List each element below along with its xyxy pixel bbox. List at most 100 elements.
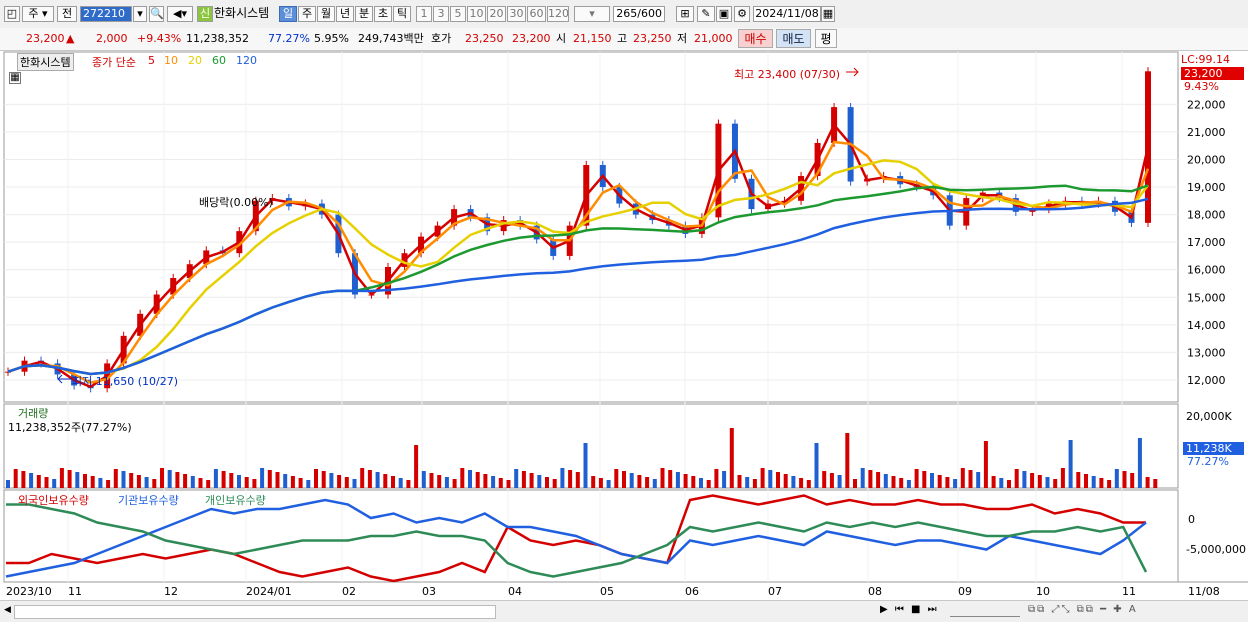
volume-bar: [737, 475, 742, 488]
last-rate-label: 9.43%: [1184, 80, 1219, 93]
volume-bar: [406, 480, 411, 488]
volume-bar: [298, 478, 303, 488]
x-axis-label-0: 2023/10: [6, 585, 52, 598]
volume-bar: [329, 473, 334, 488]
volume-bar: [806, 480, 811, 488]
volume-bar: [483, 474, 488, 488]
volume-bar: [475, 472, 480, 488]
lc-label: LC:99.14: [1181, 53, 1231, 66]
volume-bar: [52, 479, 57, 488]
volume-last-box: 11,238K: [1183, 442, 1244, 455]
volume-bar: [675, 472, 680, 488]
volume-bar: [837, 475, 842, 488]
volume-bar: [914, 469, 919, 488]
volume-bar: [206, 480, 211, 488]
volume-bar: [1122, 471, 1127, 488]
ma-legend-20: 20: [188, 54, 202, 67]
x-axis-label-7: 05: [600, 585, 614, 598]
scroll-thumb[interactable]: [14, 605, 496, 619]
volume-bar: [98, 478, 103, 488]
volume-bar: [121, 471, 126, 488]
volume-bar: [244, 477, 249, 488]
volume-bar: [999, 478, 1004, 488]
volume-bar: [660, 468, 665, 488]
volume-bar: [668, 470, 673, 488]
volume-bar: [136, 475, 141, 488]
volume-bar: [1076, 472, 1081, 488]
volume-bar: [922, 471, 927, 488]
volume-bar: [183, 474, 188, 488]
volume-bar: [29, 473, 34, 488]
volume-bar: [729, 428, 734, 488]
volume-bar: [314, 469, 318, 488]
low-annotation: 최저 11,650 (10/27): [72, 375, 179, 388]
stock-name-tag: 한화시스템: [17, 53, 74, 71]
volume-bar: [983, 441, 988, 488]
volume-bar: [429, 473, 434, 488]
volume-bar: [260, 468, 265, 488]
volume-bar: [783, 474, 788, 488]
volume-bar: [1053, 479, 1058, 488]
x-axis-label-8: 06: [685, 585, 699, 598]
volume-bar: [491, 476, 496, 488]
volume-bar: [876, 472, 881, 488]
chart-area[interactable]: 12,000 13,000 14,000 15,000 16,000 17,000 18,0…: [0, 0, 1248, 600]
y-tick-label-6: 18,000: [1187, 209, 1226, 222]
last-price-box: 23,200: [1181, 67, 1244, 80]
volume-bar: [283, 474, 288, 488]
volume-bar: [113, 469, 118, 488]
volume-bar: [899, 478, 904, 488]
volume-bar: [930, 473, 934, 488]
x-axis-label-12: 10: [1036, 585, 1050, 598]
volume-bar: [167, 470, 172, 488]
volume-bar: [699, 478, 703, 488]
dividend-annotation: 배당락(0.00%): [199, 196, 273, 209]
volume-bar: [198, 478, 203, 488]
x-axis-label-3: 2024/01: [246, 585, 292, 598]
volume-bar: [652, 479, 657, 488]
y-tick-label-2: 14,000: [1187, 319, 1226, 332]
volume-bar: [883, 474, 888, 488]
volume-bar: [306, 480, 311, 488]
volume-bar: [1014, 469, 1019, 488]
volume-bar: [460, 468, 465, 488]
volume-bar: [629, 473, 634, 488]
ma-legend-120: 120: [236, 54, 257, 67]
volume-bar: [768, 470, 773, 488]
volume-bar: [1091, 476, 1096, 488]
y-tick-label-8: 20,000: [1187, 153, 1226, 166]
volume-bar: [1007, 480, 1011, 488]
volume-bar: [90, 476, 95, 488]
volume-panel: [3, 403, 1179, 489]
x-axis-label-13: 11: [1122, 585, 1136, 598]
volume-bar: [575, 472, 580, 488]
volume-bar: [552, 479, 557, 488]
volume-bar: [868, 470, 873, 488]
volume-bar: [860, 468, 865, 488]
chart-scrollbar[interactable]: ◀ ▶ ⏮ ■ ⏭ ⧉⧉ ⤢⤡ ⧉⧉ ━ ✚ A: [0, 600, 1248, 622]
speed-slider[interactable]: [950, 604, 1020, 617]
volume-bar: [383, 474, 388, 488]
volume-bar: [237, 475, 241, 488]
volume-bar: [375, 472, 380, 488]
table-icon[interactable]: ▦: [9, 72, 21, 84]
volume-bar: [622, 471, 626, 488]
volume-bar: [1145, 477, 1150, 488]
view-tools[interactable]: ⧉⧉ ⤢⤡ ⧉⧉ ━ ✚ A: [1028, 604, 1138, 615]
play-controls[interactable]: ▶ ⏮ ■ ⏭: [880, 604, 939, 615]
volume-bar: [468, 470, 472, 488]
volume-bar: [1107, 480, 1112, 488]
x-axis-last-date: 11/08: [1188, 585, 1220, 598]
volume-bar: [267, 470, 272, 488]
volume-bar: [229, 473, 234, 488]
volume-bar: [645, 477, 650, 488]
volume-bar: [21, 471, 26, 488]
scroll-left-icon[interactable]: ◀: [4, 605, 11, 615]
volume-bar: [776, 472, 780, 488]
x-axis-label-6: 04: [508, 585, 522, 598]
volume-bar: [891, 476, 896, 488]
volume-bar: [760, 468, 765, 488]
volume-bar: [221, 471, 226, 488]
volume-bar: [1045, 477, 1050, 488]
volume-bar: [213, 469, 218, 488]
